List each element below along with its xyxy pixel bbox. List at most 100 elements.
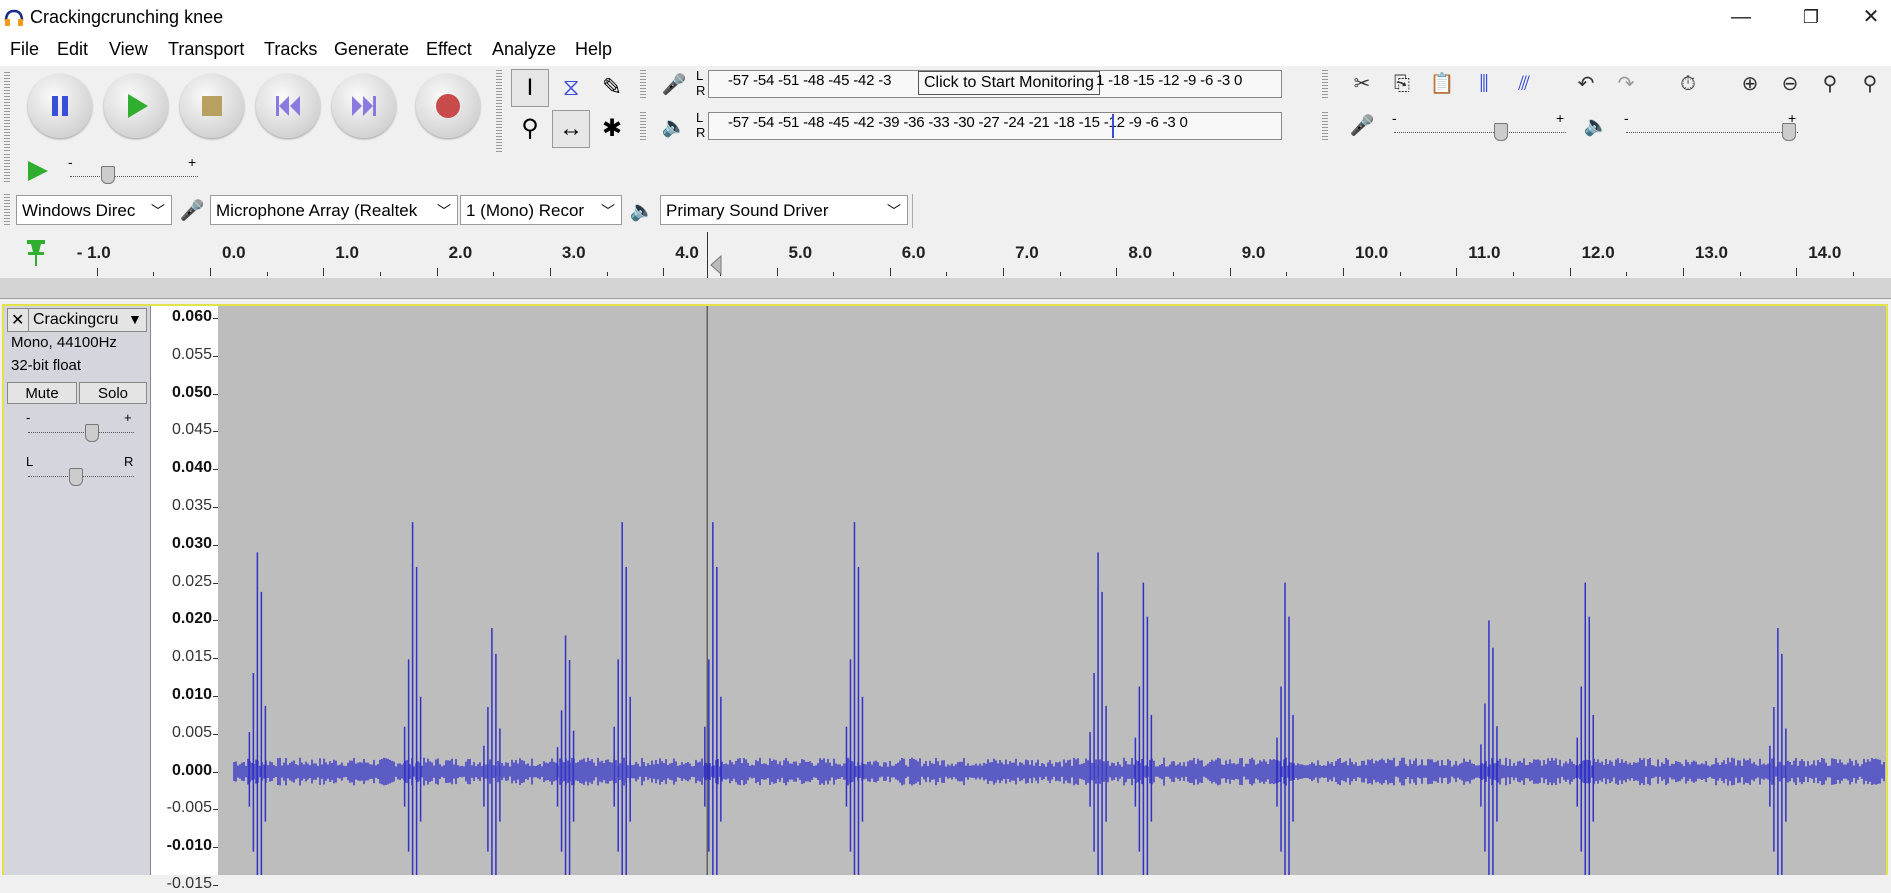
ruler-label: 5.0 (788, 243, 813, 262)
ruler-minor-tick (1626, 272, 1628, 276)
silence-audio-icon[interactable]: ⫻ (1508, 68, 1540, 100)
track-name-bar[interactable]: ✕ Crackingcru ▼ (7, 308, 147, 332)
fit-project-icon[interactable]: ⚲ (1854, 68, 1886, 100)
ruler-label: 14.0 (1808, 243, 1842, 262)
stop-button[interactable] (180, 74, 244, 138)
selection-tool[interactable]: I (511, 69, 549, 107)
fit-selection-icon[interactable]: ⚲ (1814, 68, 1846, 100)
menu-view[interactable]: View (109, 39, 148, 60)
menu-tracks[interactable]: Tracks (264, 39, 317, 60)
cut-icon[interactable]: ✂ (1346, 68, 1378, 100)
playhead-marker-icon[interactable] (709, 254, 723, 276)
pause-button[interactable] (28, 74, 92, 138)
gain-thumb[interactable] (84, 424, 99, 442)
amplitude-label: 0.045 (171, 421, 212, 439)
trim-audio-icon[interactable]: ⫼ (1468, 68, 1500, 100)
envelope-tool[interactable]: ⧖ (552, 69, 590, 107)
recording-device-value: Microphone Array (Realtek (216, 201, 418, 220)
ruler-label: 0.0 (222, 243, 246, 262)
time-shift-tool[interactable]: ↔ (552, 110, 590, 148)
waveform-spike (1276, 582, 1294, 893)
skip-to-start-button[interactable] (256, 74, 320, 138)
toolbar-grip[interactable] (640, 70, 646, 100)
close-button[interactable]: ✕ (1851, 0, 1891, 34)
mute-button[interactable]: Mute (7, 382, 77, 404)
meter-r-label: R (696, 125, 706, 140)
menu-edit[interactable]: Edit (57, 39, 88, 60)
restore-button[interactable]: ❐ (1781, 0, 1841, 34)
skip-to-end-button[interactable] (332, 74, 396, 138)
track-menu-arrow-icon[interactable]: ▼ (128, 311, 142, 327)
double-arrow-icon: ↔ (559, 115, 583, 142)
toolbar-grip[interactable] (1322, 70, 1328, 100)
slider-minus-label: - (68, 154, 73, 170)
playback-device-select[interactable]: Primary Sound Driver ﹀ (660, 195, 908, 225)
sync-lock-icon[interactable]: ⏱ (1672, 68, 1704, 100)
playback-meter-scale: -57 -54 -51 -48 -45 -42 -39 -36 -33 -30 … (728, 114, 1188, 131)
i-beam-icon: I (526, 74, 534, 101)
play-at-speed-button[interactable] (22, 156, 54, 186)
speaker-icon: 🔈 (629, 200, 655, 222)
play-button[interactable] (104, 74, 168, 138)
multi-tool[interactable]: ✱ (593, 110, 631, 148)
recording-meter[interactable]: LR -57 -54 -51 -48 -45 -42 -3 Click to S… (668, 68, 1318, 98)
play-speed-thumb[interactable] (101, 166, 116, 184)
pin-icon[interactable] (24, 238, 48, 268)
ruler-tick (889, 268, 891, 276)
playback-volume-thumb[interactable] (1782, 123, 1797, 141)
paste-icon[interactable]: 📋 (1426, 68, 1458, 100)
menu-file[interactable]: File (10, 39, 39, 60)
waveform-area[interactable] (218, 306, 1886, 893)
waveform-spike (483, 627, 501, 893)
menu-effect[interactable]: Effect (426, 39, 472, 60)
ruler-label: 12.0 (1581, 243, 1615, 262)
menu-generate[interactable]: Generate (334, 39, 409, 60)
minimize-button[interactable]: — (1711, 0, 1771, 34)
toolbar-grip[interactable] (1322, 112, 1328, 142)
ruler-label: 3.0 (561, 243, 586, 262)
zoom-tool[interactable]: ⚲ (511, 110, 549, 148)
pan-thumb[interactable] (68, 468, 83, 486)
zoom-out-icon[interactable]: ⊖ (1774, 68, 1806, 100)
amplitude-label: 0.010 (171, 686, 212, 703)
toolbar-grip[interactable] (4, 154, 10, 184)
asterisk-icon: ✱ (601, 115, 623, 142)
ruler-minor-tick (493, 272, 495, 276)
timeline-ruler[interactable]: - 1.0 0.0 1.0 2.0 3.0 4.0 5.0 6.0 7.0 8.0 9.0 10.0 1… (0, 232, 1891, 279)
ruler-minor-tick (1399, 272, 1401, 276)
ruler-minor-tick (1512, 272, 1514, 276)
recording-device-select[interactable]: Microphone Array (Realtek ﹀ (210, 195, 458, 225)
audio-host-select[interactable]: Windows Direc ﹀ (16, 195, 172, 225)
menu-analyze[interactable]: Analyze (492, 39, 556, 60)
pan-left-label: L (26, 454, 34, 469)
ruler-minor-tick (606, 272, 608, 276)
skip-end-icon (352, 96, 376, 116)
undo-icon[interactable]: ↶ (1570, 68, 1602, 100)
toolbar-grip[interactable] (496, 70, 502, 152)
playback-meter[interactable]: LR -57 -54 -51 -48 -45 -42 -39 -36 -33 -… (668, 110, 1318, 140)
record-button[interactable] (416, 74, 480, 138)
menu-transport[interactable]: Transport (168, 39, 244, 60)
waveform-spike (1480, 620, 1498, 893)
zoom-in-icon[interactable]: ⊕ (1734, 68, 1766, 100)
menu-help[interactable]: Help (575, 39, 612, 60)
amplitude-label: 0.000 (171, 761, 212, 779)
toolbar-grip[interactable] (640, 112, 646, 142)
waveform-spike (845, 522, 864, 893)
toolbar-grip[interactable] (4, 72, 10, 152)
copy-icon[interactable]: ⎘ (1386, 68, 1418, 100)
pan-right-label: R (124, 454, 134, 469)
monitor-tooltip[interactable]: Click to Start Monitoring (918, 71, 1100, 95)
recording-channels-select[interactable]: 1 (Mono) Recor ﹀ (460, 195, 622, 225)
solo-button[interactable]: Solo (79, 382, 147, 404)
timeline-scrub-bar[interactable] (0, 278, 1891, 299)
redo-icon[interactable]: ↷ (1610, 68, 1642, 100)
draw-tool[interactable]: ✎ (593, 69, 631, 107)
track-name[interactable]: Crackingcru (33, 311, 118, 329)
pencil-icon: ✎ (601, 74, 623, 101)
audio-host-value: Windows Direc (22, 201, 136, 220)
record-volume-thumb[interactable] (1493, 123, 1508, 141)
toolbar-grip[interactable] (4, 194, 10, 226)
close-icon[interactable]: ✕ (11, 310, 24, 330)
amplitude-scale[interactable]: 0.060 0.055 0.050 0.045 0.040 0.035 0.030 0.025… (151, 306, 218, 892)
